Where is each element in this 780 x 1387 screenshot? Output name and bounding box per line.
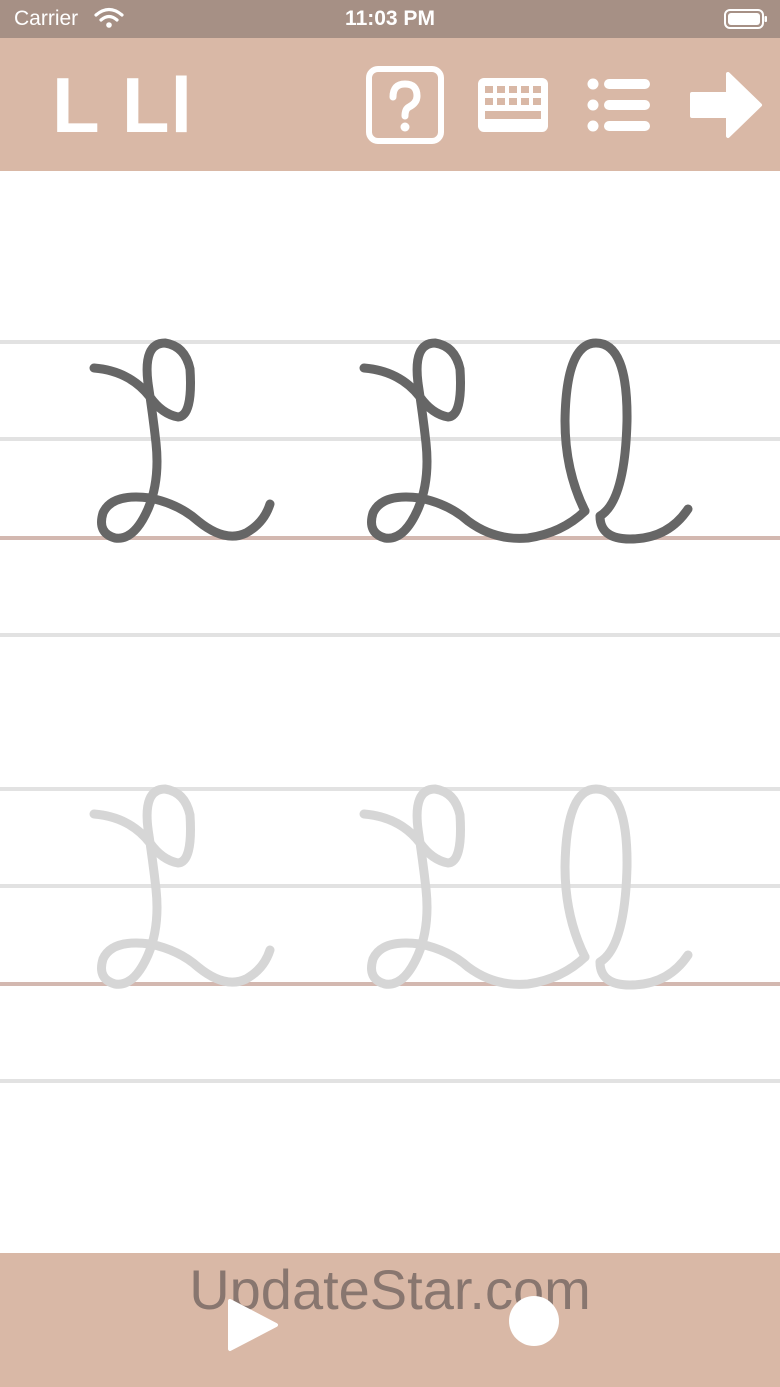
list-icon[interactable] bbox=[586, 66, 654, 144]
arrow-right-icon[interactable] bbox=[688, 66, 764, 144]
keyboard-icon[interactable] bbox=[476, 66, 550, 144]
help-icon[interactable] bbox=[366, 66, 444, 144]
example-ruling bbox=[0, 340, 780, 637]
writing-sheet[interactable] bbox=[0, 171, 780, 1253]
battery-icon bbox=[724, 9, 767, 29]
top-toolbar: L Ll bbox=[0, 38, 780, 171]
bottom-toolbar: UpdateStar.com bbox=[0, 1253, 780, 1387]
writing-practice-area[interactable] bbox=[0, 171, 780, 1253]
status-time: 11:03 PM bbox=[345, 7, 435, 30]
trace-ruling bbox=[0, 787, 780, 1083]
status-bar: Carrier 11:03 PM bbox=[0, 0, 780, 38]
page-title: L Ll bbox=[52, 61, 194, 149]
play-icon[interactable] bbox=[222, 1295, 282, 1355]
watermark: UpdateStar.com bbox=[189, 1258, 591, 1321]
record-icon[interactable] bbox=[508, 1295, 560, 1347]
